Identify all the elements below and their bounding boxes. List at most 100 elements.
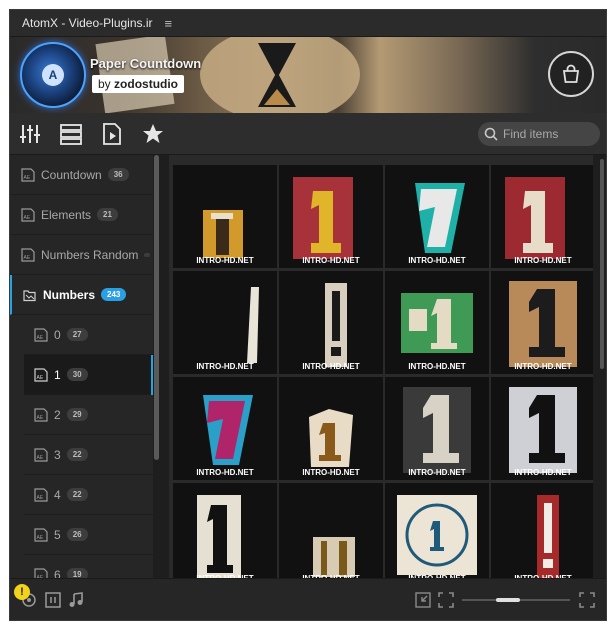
svg-text:AE: AE — [24, 215, 31, 221]
pause-icon[interactable] — [44, 591, 62, 609]
sidebar-item-countdown[interactable]: AE Countdown 36 — [10, 155, 153, 195]
music-note-icon[interactable] — [67, 591, 85, 609]
ae-file-icon: AE — [34, 527, 48, 542]
atomx-logo[interactable]: A — [20, 42, 86, 108]
sidebar-subitem-5[interactable]: AE 5 26 — [24, 515, 153, 555]
sidebar-item-elements[interactable]: AE Elements 21 — [10, 195, 153, 235]
sidebar-item-label: Numbers Random — [41, 247, 139, 262]
logo-letter: A — [42, 64, 64, 86]
sidebar-subitem-0[interactable]: AE 0 27 — [24, 315, 153, 355]
app-window: AtomX - Video-Plugins.ir ≡ A Paper Count… — [9, 9, 607, 621]
ae-file-icon: AE — [34, 407, 48, 422]
svg-text:AE: AE — [24, 175, 31, 181]
zoom-slider-knob[interactable] — [496, 598, 520, 602]
fullscreen-icon[interactable] — [578, 591, 596, 609]
count-badge: 22 — [66, 488, 88, 501]
number-one-thumbnail — [325, 283, 347, 367]
sidebar-subitem-4[interactable]: AE 4 22 — [24, 475, 153, 515]
watermark-label: INTRO-HD.NET — [408, 256, 466, 265]
sidebar-scroll-thumb[interactable] — [154, 155, 159, 460]
ae-file-icon: AE — [34, 367, 48, 382]
search-input[interactable]: Find items — [478, 122, 600, 146]
number-one-thumbnail — [313, 537, 355, 577]
watermark-label: INTRO-HD.NET — [302, 362, 360, 371]
grid-tile[interactable]: INTRO-HD.NET — [385, 271, 489, 374]
grid-tile[interactable]: INTRO-HD.NET — [173, 377, 277, 480]
ae-file-icon: AE — [21, 207, 35, 222]
grid-tile[interactable]: INTRO-HD.NET — [491, 271, 593, 374]
watermark-label: INTRO-HD.NET — [196, 468, 254, 477]
shopping-bag-icon[interactable] — [548, 51, 594, 97]
number-one-thumbnail — [505, 177, 565, 259]
count-badge: 19 — [66, 568, 88, 578]
collapse-icon[interactable] — [414, 591, 432, 609]
list-icon[interactable] — [59, 122, 83, 146]
watermark-label: INTRO-HD.NET — [514, 468, 572, 477]
sidebar-subitem-1[interactable]: AE 1 30 — [24, 355, 153, 395]
zoom-slider[interactable] — [462, 598, 570, 602]
author-badge[interactable]: by zodostudio — [92, 75, 185, 93]
number-one-thumbnail — [309, 409, 353, 467]
ae-file-icon: AE — [21, 167, 35, 182]
grid-tile[interactable]: INTRO-HD.NET — [385, 165, 489, 268]
count-badge: 21 — [97, 208, 118, 221]
warning-icon[interactable]: ! — [14, 584, 30, 600]
number-one-thumbnail — [203, 395, 253, 465]
grid-tile[interactable]: INTRO-HD.NET — [173, 271, 277, 374]
sidebar-subitem-2[interactable]: AE 2 29 — [24, 395, 153, 435]
category-sidebar: AE Countdown 36 AE Elements 21 AE Number… — [10, 155, 160, 578]
author-prefix: by — [98, 77, 111, 91]
window-title: AtomX - Video-Plugins.ir — [22, 16, 153, 30]
grid-tile[interactable]: INTRO-HD.NET — [279, 377, 383, 480]
count-badge: 22 — [66, 448, 88, 461]
author-name: zodostudio — [114, 77, 179, 91]
number-one-thumbnail — [509, 281, 577, 367]
search-icon — [484, 127, 498, 141]
svg-text:AE: AE — [37, 495, 44, 501]
grid-tile[interactable]: INTRO-HD.NET — [279, 483, 383, 578]
number-one-thumbnail — [247, 287, 259, 363]
sidebar-subitem-6[interactable]: AE 6 19 — [24, 555, 153, 578]
watermark-label: INTRO-HD.NET — [408, 362, 466, 371]
count-badge: 36 — [107, 168, 129, 181]
number-one-thumbnail — [403, 387, 471, 473]
watermark-label: INTRO-HD.NET — [196, 256, 254, 265]
sidebar-item-label: 5 — [54, 527, 61, 542]
grid-tile[interactable]: INTRO-HD.NET — [491, 377, 593, 480]
grid-tile[interactable]: INTRO-HD.NET — [491, 483, 593, 578]
sidebar-item-label: 1 — [54, 367, 61, 382]
watermark-label: INTRO-HD.NET — [196, 362, 254, 371]
grid-scrollbar[interactable] — [598, 155, 606, 578]
number-one-thumbnail — [401, 293, 473, 353]
sidebar-scrollbar[interactable] — [153, 155, 160, 578]
ae-file-icon: AE — [34, 447, 48, 462]
video-file-icon[interactable] — [100, 122, 124, 146]
sidebar-item-label: Elements — [41, 207, 92, 222]
svg-text:AE: AE — [24, 255, 31, 261]
grid-tile[interactable]: INTRO-HD.NET — [385, 377, 489, 480]
grid-tile[interactable]: INTRO-HD.NET — [173, 165, 277, 268]
count-badge: 26 — [66, 528, 88, 541]
sliders-icon[interactable] — [18, 122, 42, 146]
sidebar-item-numbers-random[interactable]: AE Numbers Random — [10, 235, 153, 275]
grid-tile[interactable]: INTRO-HD.NET — [279, 165, 383, 268]
item-grid: INTRO-HD.NET INTRO-HD.NET INTRO-HD.NET INTR… — [169, 155, 593, 578]
grid-tile[interactable]: INTRO-HD.NET — [491, 165, 593, 268]
sidebar-subitem-3[interactable]: AE 3 22 — [24, 435, 153, 475]
footer-bar: ! — [10, 578, 606, 620]
grid-tile[interactable]: INTRO-HD.NET — [279, 271, 383, 374]
svg-text:AE: AE — [37, 375, 44, 381]
grid-tile[interactable]: INTRO-HD.NET — [385, 483, 489, 578]
sidebar-item-label: Countdown — [41, 167, 102, 182]
pack-title: Paper Countdown — [90, 56, 202, 71]
expand-icon[interactable] — [437, 591, 455, 609]
star-icon[interactable] — [141, 122, 165, 146]
sidebar-item-label: Numbers — [43, 287, 96, 302]
sidebar-item-numbers[interactable]: Numbers 243 — [10, 275, 153, 315]
grid-scroll-thumb[interactable] — [600, 159, 604, 369]
number-one-thumbnail — [293, 177, 353, 259]
number-one-thumbnail — [537, 495, 559, 578]
hamburger-menu-icon[interactable]: ≡ — [165, 16, 173, 31]
grid-tile[interactable]: INTRO-HD.NET — [173, 483, 277, 578]
folder-open-icon — [23, 289, 36, 301]
